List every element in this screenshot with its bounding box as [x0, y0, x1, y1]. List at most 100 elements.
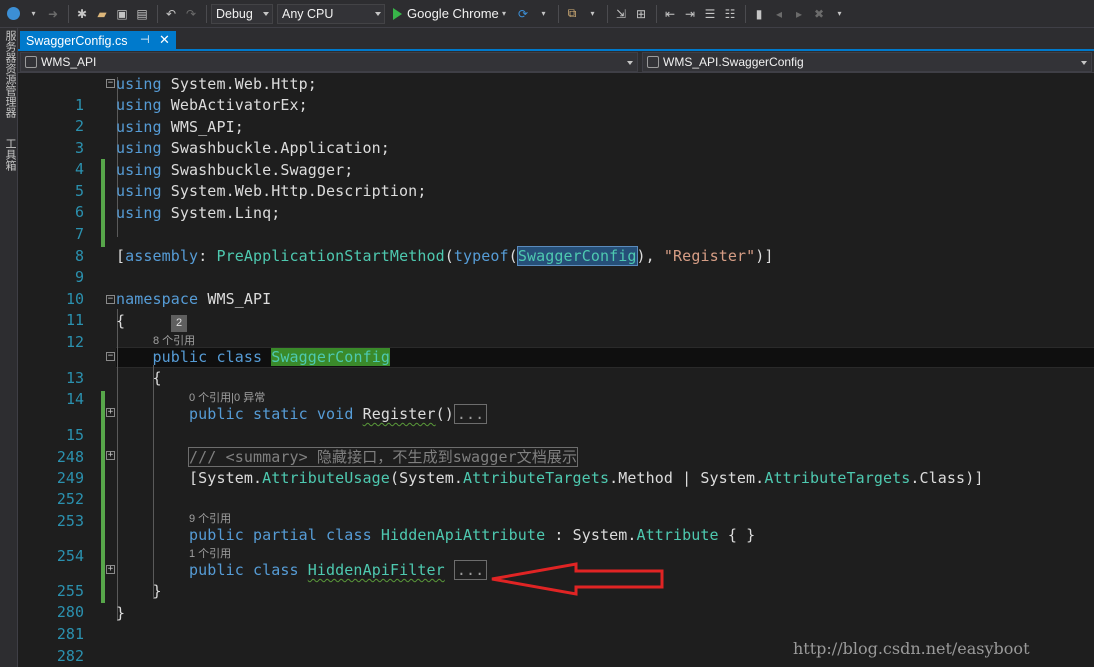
codelens-references[interactable]: 0 个引用|0 异常: [189, 389, 265, 405]
keyword: public: [189, 405, 244, 423]
toolbar-separator: [656, 4, 658, 23]
class-name-highlight[interactable]: SwaggerConfig: [271, 348, 390, 366]
clear-bookmarks-icon[interactable]: ✖: [810, 4, 828, 24]
peek-count-badge[interactable]: 2: [171, 315, 187, 332]
platform-select[interactable]: Any CPU: [277, 3, 385, 24]
undo-icon[interactable]: ↶: [162, 4, 180, 24]
collapsed-region[interactable]: ...: [453, 404, 488, 424]
left-tool-strip: 服务器资源管理器 工具箱: [0, 28, 18, 667]
open-file-icon[interactable]: ▰: [93, 4, 111, 24]
decrease-indent-icon[interactable]: ⇤: [661, 4, 679, 24]
keyword: void: [316, 405, 354, 423]
code-text: WebActivatorEx;: [161, 96, 308, 114]
code-text: ),: [636, 247, 664, 265]
code-line: 6 using System.Web.Http.Description;: [18, 181, 1094, 221]
toolbar-separator: [68, 4, 69, 23]
code-text: System.Linq;: [161, 204, 281, 222]
platform-value: Any CPU: [282, 6, 334, 21]
project-select[interactable]: WMS_API: [20, 52, 638, 72]
save-icon[interactable]: ▣: [113, 4, 131, 24]
step-over-icon[interactable]: ⊞: [632, 4, 650, 24]
redo-icon[interactable]: ↷: [182, 4, 200, 24]
refresh-icon[interactable]: ⟳: [514, 4, 532, 24]
code-text: :: [198, 247, 217, 265]
forward-icon[interactable]: ➜: [44, 4, 62, 24]
run-button[interactable]: Google Chrome ▾: [389, 4, 510, 24]
chevron-down-icon: [263, 11, 269, 16]
tab-swaggerconfig[interactable]: SwaggerConfig.cs ⊣ ✕: [20, 31, 176, 51]
code-text: System.Web.Http;: [161, 75, 317, 93]
doc-comment-slashes: ///: [189, 448, 226, 466]
code-text: Swashbuckle.Application;: [161, 139, 390, 157]
codelens-references[interactable]: 8 个引用: [153, 332, 195, 348]
code-line: 9 [assembly: PreApplicationStartMethod(t…: [18, 246, 1094, 286]
code-line: 13 public class SwaggerConfig: [18, 347, 1094, 387]
code-text: [: [116, 247, 126, 265]
code-text: (: [444, 247, 454, 265]
keyword: class: [326, 526, 372, 544]
toolbar-separator: [607, 4, 609, 23]
play-icon: [393, 7, 402, 20]
code-line: 249 /// <summary> 隐藏接口，不生成到swagger文档展示: [18, 447, 1094, 487]
codelens-references[interactable]: 1 个引用: [189, 545, 231, 561]
save-all-icon[interactable]: ▤: [133, 4, 151, 24]
prev-bookmark-icon[interactable]: ◂: [770, 4, 788, 24]
increase-indent-icon[interactable]: ⇥: [681, 4, 699, 24]
toolbar-separator: [745, 4, 747, 23]
code-text: (: [508, 247, 518, 265]
chevron-down-icon: [375, 11, 381, 16]
close-icon[interactable]: ✕: [159, 32, 170, 48]
solution-config-value: Debug: [216, 6, 253, 21]
comment-lines-icon[interactable]: ☰: [701, 4, 719, 24]
toolbar-separator: [157, 4, 158, 23]
doc-comment-tag: <summary>: [225, 448, 308, 466]
project-value: WMS_API: [41, 55, 97, 69]
refresh-dropdown-icon[interactable]: ▾: [534, 4, 552, 24]
brace: }: [152, 582, 162, 600]
server-explorer-tab[interactable]: 服务器资源管理器: [2, 30, 16, 118]
toolbar-overflow-icon[interactable]: ▾: [830, 4, 848, 24]
pin-icon[interactable]: ⊣: [140, 33, 150, 46]
keyword: assembly: [125, 247, 199, 265]
back-icon[interactable]: [4, 4, 22, 24]
code-text: WMS_API;: [161, 118, 244, 136]
keyword: static: [252, 405, 308, 423]
watermark: http://blog.csdn.net/easyboot: [793, 639, 1030, 658]
member-select[interactable]: WMS_API.SwaggerConfig: [642, 52, 1092, 72]
class-name: HiddenApiFilter: [307, 561, 445, 579]
code-line: 248: [18, 426, 1094, 466]
next-bookmark-icon[interactable]: ▸: [790, 4, 808, 24]
code-line: 11 namespace WMS_API: [18, 289, 1094, 329]
collapsed-comment[interactable]: /// <summary> 隐藏接口，不生成到swagger文档展示: [188, 447, 579, 467]
brace: {: [152, 369, 162, 387]
toolbox-tab[interactable]: 工具箱: [2, 138, 16, 171]
keyword: using: [116, 75, 162, 93]
uncomment-lines-icon[interactable]: ☷: [721, 4, 739, 24]
document-tab-bar: SwaggerConfig.cs ⊣ ✕: [18, 28, 1094, 51]
code-text: .Class)]: [910, 469, 984, 487]
code-line: 1 using System.Web.Http;: [18, 74, 1094, 114]
step-into-icon[interactable]: ⇲: [612, 4, 630, 24]
browser-link-dropdown-icon[interactable]: ▾: [583, 4, 601, 24]
code-editor[interactable]: − − − + + + 1 using System.Web.Http; 2 u…: [18, 73, 1094, 667]
type-name: AttributeTargets: [764, 469, 911, 487]
new-project-icon[interactable]: ✱: [73, 4, 91, 24]
keyword: using: [116, 118, 162, 136]
code-line: 254 public partial class HiddenApiAttrib…: [18, 525, 1094, 565]
main-toolbar: ▾ ➜ ✱ ▰ ▣ ▤ ↶ ↷ Debug Any CPU Google Chr…: [0, 0, 1094, 28]
keyword: using: [116, 96, 162, 114]
code-text: System.Web.Http.Description;: [161, 182, 427, 200]
code-text: (System.: [389, 469, 463, 487]
solution-config-select[interactable]: Debug: [211, 3, 273, 24]
method-name: Register: [362, 405, 436, 423]
back-dropdown-icon[interactable]: ▾: [24, 4, 42, 24]
bookmark-icon[interactable]: ▮: [750, 4, 768, 24]
codelens-references[interactable]: 9 个引用: [189, 510, 231, 526]
keyword: using: [116, 204, 162, 222]
collapsed-region[interactable]: ...: [453, 560, 488, 580]
code-line: 8: [18, 225, 1094, 265]
browser-link-icon[interactable]: ⧉: [563, 4, 581, 24]
keyword: partial: [252, 526, 317, 544]
keyword: using: [116, 182, 162, 200]
highlighted-reference[interactable]: SwaggerConfig: [516, 246, 638, 266]
